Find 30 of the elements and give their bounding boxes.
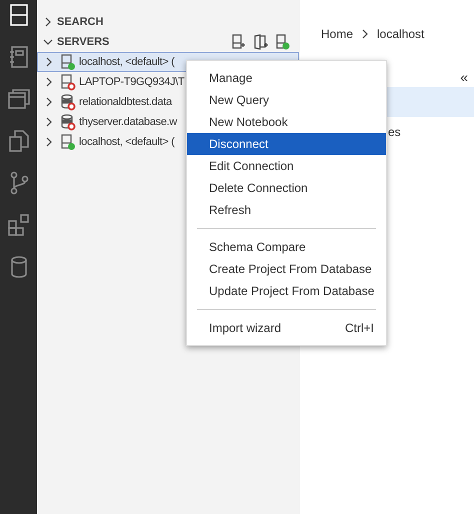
chevron-icon xyxy=(361,28,370,38)
server-label: thyserver.database.w xyxy=(79,114,177,130)
chevron-icon[interactable] xyxy=(43,17,53,27)
collapse-button[interactable]: « xyxy=(460,67,468,87)
section-header[interactable]: SERVERS xyxy=(57,34,110,50)
menu-item[interactable]: Delete Connection xyxy=(187,177,386,199)
breadcrumb-item[interactable]: Home xyxy=(321,24,354,42)
server-label: localhost, <default> ( xyxy=(79,134,175,150)
menu-item[interactable]: Edit Connection xyxy=(187,155,386,177)
new-server-icon[interactable] xyxy=(232,34,246,50)
section-header[interactable]: SEARCH xyxy=(57,14,104,30)
panel-text: es xyxy=(388,124,401,141)
menu-item[interactable]: New Notebook xyxy=(187,111,386,133)
windows-icon[interactable] xyxy=(6,87,30,111)
menu-item[interactable]: Refresh xyxy=(187,199,386,221)
chevron-icon[interactable] xyxy=(43,37,53,47)
menu-item[interactable]: Import wizard Ctrl+I xyxy=(187,317,386,339)
connected-server-icon[interactable] xyxy=(276,34,290,50)
menu-item[interactable]: Create Project From Database xyxy=(187,258,386,280)
menu-item[interactable]: Disconnect xyxy=(187,133,386,155)
copy-icon[interactable] xyxy=(6,129,30,153)
server-label: relationaldbtest.data xyxy=(79,94,172,110)
menu-item[interactable]: Schema Compare xyxy=(187,236,386,258)
breadcrumb-item[interactable]: localhost xyxy=(377,24,424,42)
extensions-icon[interactable] xyxy=(6,213,30,237)
menu-item[interactable]: Update Project From Database xyxy=(187,280,386,302)
menu-item[interactable]: New Query xyxy=(187,89,386,111)
server-label: LAPTOP-T9GQ934J\T xyxy=(79,74,184,90)
add-group-icon[interactable] xyxy=(254,34,268,50)
server-label: localhost, <default> ( xyxy=(79,54,175,70)
